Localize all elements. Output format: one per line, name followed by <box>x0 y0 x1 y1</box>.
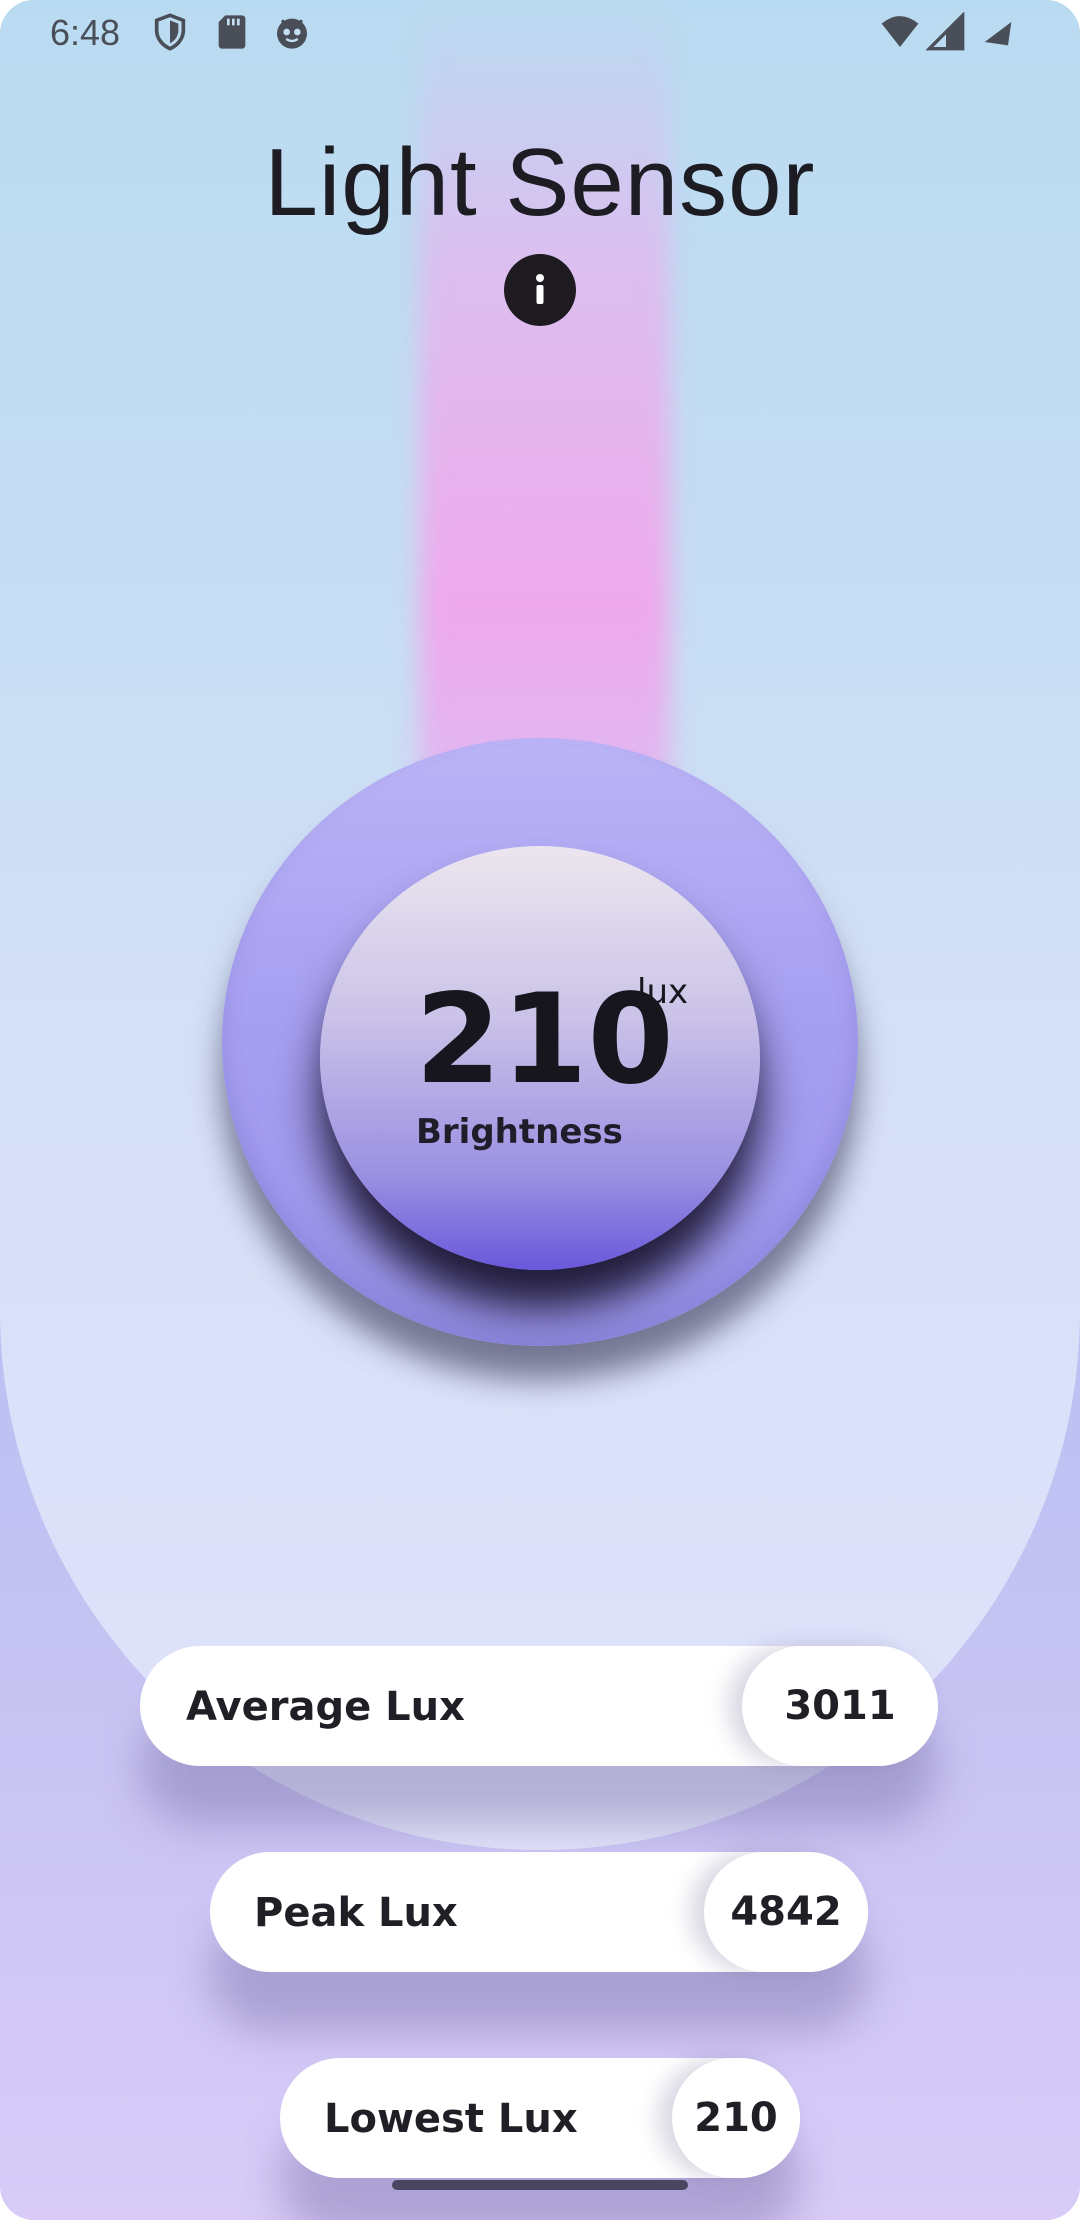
robot-face-icon <box>277 18 307 49</box>
brightness-label: Brightness <box>416 1112 623 1152</box>
info-button[interactable] <box>504 254 576 326</box>
average-lux-label: Average Lux <box>186 1684 465 1730</box>
average-lux-card[interactable]: Average Lux 3011 <box>140 1646 938 1766</box>
sd-card-icon <box>218 15 246 49</box>
peak-lux-value: 4842 <box>730 1889 842 1935</box>
cell-signal-icon <box>926 12 965 51</box>
peak-lux-badge: 4842 <box>704 1852 868 1972</box>
lux-reading-value: 210 <box>415 968 674 1112</box>
app-screen: 6:48 Light Sensor 210 lux Brightness Ave… <box>0 0 1080 2220</box>
peak-lux-card[interactable]: Peak Lux 4842 <box>210 1852 868 1972</box>
battery-icon <box>984 22 1012 46</box>
home-indicator[interactable] <box>392 2180 688 2190</box>
lowest-lux-label: Lowest Lux <box>324 2096 578 2142</box>
shield-icon <box>154 13 186 51</box>
info-icon <box>536 274 544 304</box>
lux-unit-label: lux <box>637 972 689 1012</box>
average-lux-value: 3011 <box>784 1683 896 1729</box>
status-bar: 6:48 <box>0 0 1080 66</box>
average-lux-badge: 3011 <box>742 1646 938 1766</box>
wifi-icon <box>881 16 919 47</box>
peak-lux-label: Peak Lux <box>254 1890 458 1936</box>
lowest-lux-value: 210 <box>694 2095 778 2141</box>
lowest-lux-card[interactable]: Lowest Lux 210 <box>280 2058 800 2178</box>
status-time: 6:48 <box>50 12 121 53</box>
lowest-lux-badge: 210 <box>672 2058 800 2178</box>
page-title: Light Sensor <box>264 129 816 236</box>
